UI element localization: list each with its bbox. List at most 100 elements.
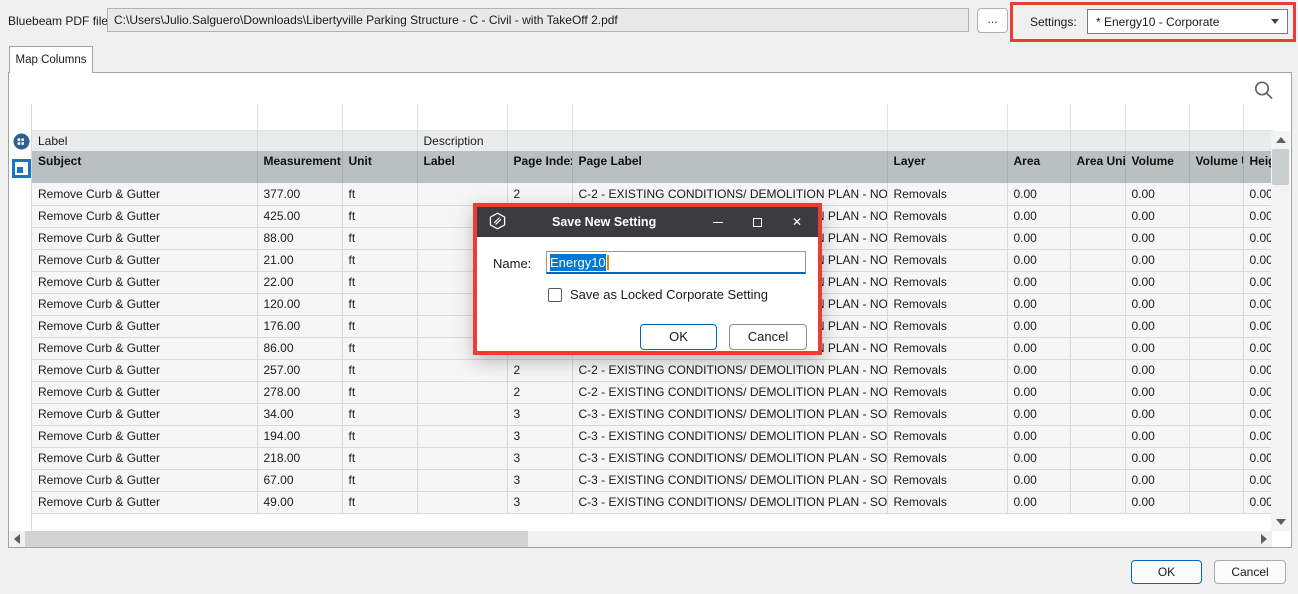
cell-page_label[interactable]: C-2 - EXISTING CONDITIONS/ DEMOLITION PL…	[572, 359, 887, 381]
mapping-cell-height[interactable]	[1243, 130, 1273, 151]
cell-area_unit[interactable]	[1070, 293, 1125, 315]
cell-subject[interactable]: Remove Curb & Gutter	[32, 249, 257, 271]
cell-area[interactable]: 0.00	[1007, 359, 1070, 381]
cell-area_unit[interactable]	[1070, 469, 1125, 491]
filter-cell-measurement[interactable]	[257, 104, 342, 130]
filter-cell-area_unit[interactable]	[1070, 104, 1125, 130]
cell-area_unit[interactable]	[1070, 425, 1125, 447]
cell-area[interactable]: 0.00	[1007, 183, 1070, 205]
column-header-page_index[interactable]: Page Index	[507, 151, 572, 183]
cell-subject[interactable]: Remove Curb & Gutter	[32, 227, 257, 249]
cell-height[interactable]: 0.00	[1243, 469, 1273, 491]
cell-page_label[interactable]: C-2 - EXISTING CONDITIONS/ DEMOLITION PL…	[572, 183, 887, 205]
cell-layer[interactable]: Removals	[887, 249, 1007, 271]
cell-unit[interactable]: ft	[342, 205, 417, 227]
cell-area[interactable]: 0.00	[1007, 403, 1070, 425]
filter-cell-subject[interactable]	[32, 104, 257, 130]
filter-cell-page_index[interactable]	[507, 104, 572, 130]
pdf-file-path-input[interactable]: C:\Users\Julio.Salguero\Downloads\Libert…	[107, 8, 969, 32]
settings-dropdown[interactable]: * Energy10 - Corporate	[1087, 9, 1288, 34]
maximize-icon[interactable]	[753, 218, 762, 227]
setting-name-input[interactable]: Energy10	[546, 251, 806, 274]
cell-volume[interactable]: 0.00	[1125, 315, 1189, 337]
close-icon[interactable]: ✕	[792, 217, 802, 227]
cell-page_index[interactable]: 3	[507, 447, 572, 469]
cell-label[interactable]	[417, 425, 507, 447]
cell-page_index[interactable]: 2	[507, 183, 572, 205]
cell-volume_unit[interactable]	[1189, 249, 1243, 271]
cell-volume_unit[interactable]	[1189, 183, 1243, 205]
cell-volume_unit[interactable]	[1189, 425, 1243, 447]
scroll-up-arrow-icon[interactable]	[1276, 137, 1286, 143]
cell-volume_unit[interactable]	[1189, 447, 1243, 469]
cell-area_unit[interactable]	[1070, 315, 1125, 337]
cell-volume_unit[interactable]	[1189, 293, 1243, 315]
cell-layer[interactable]: Removals	[887, 227, 1007, 249]
cell-volume_unit[interactable]	[1189, 315, 1243, 337]
filter-cell-volume[interactable]	[1125, 104, 1189, 130]
cell-volume_unit[interactable]	[1189, 403, 1243, 425]
mapping-cell-area_unit[interactable]	[1070, 130, 1125, 151]
cell-volume[interactable]: 0.00	[1125, 271, 1189, 293]
cell-volume_unit[interactable]	[1189, 271, 1243, 293]
cell-label[interactable]	[417, 359, 507, 381]
cell-volume[interactable]: 0.00	[1125, 249, 1189, 271]
cell-area[interactable]: 0.00	[1007, 381, 1070, 403]
vertical-scrollbar[interactable]	[1271, 131, 1290, 531]
cell-label[interactable]	[417, 491, 507, 513]
cell-unit[interactable]: ft	[342, 183, 417, 205]
cell-volume[interactable]: 0.00	[1125, 293, 1189, 315]
cell-measurement[interactable]: 120.00	[257, 293, 342, 315]
cell-page_label[interactable]: C-3 - EXISTING CONDITIONS/ DEMOLITION PL…	[572, 403, 887, 425]
cell-layer[interactable]: Removals	[887, 183, 1007, 205]
column-header-volume[interactable]: Volume	[1125, 151, 1189, 183]
cell-height[interactable]: 0.00	[1243, 293, 1273, 315]
cell-unit[interactable]: ft	[342, 337, 417, 359]
cell-area[interactable]: 0.00	[1007, 447, 1070, 469]
cell-layer[interactable]: Removals	[887, 293, 1007, 315]
cell-measurement[interactable]: 49.00	[257, 491, 342, 513]
cell-unit[interactable]: ft	[342, 403, 417, 425]
column-header-volume_unit[interactable]: Volume Unit	[1189, 151, 1243, 183]
cell-measurement[interactable]: 88.00	[257, 227, 342, 249]
ok-button[interactable]: OK	[1131, 560, 1202, 584]
mapping-cell-layer[interactable]	[887, 130, 1007, 151]
cell-area[interactable]: 0.00	[1007, 337, 1070, 359]
cell-measurement[interactable]: 67.00	[257, 469, 342, 491]
dialog-ok-button[interactable]: OK	[640, 324, 717, 350]
vertical-scrollbar-thumb[interactable]	[1272, 149, 1289, 185]
dialog-titlebar[interactable]: Save New Setting ✕	[477, 207, 818, 237]
filter-cell-volume_unit[interactable]	[1189, 104, 1243, 130]
cell-page_label[interactable]: C-3 - EXISTING CONDITIONS/ DEMOLITION PL…	[572, 491, 887, 513]
cell-volume[interactable]: 0.00	[1125, 425, 1189, 447]
cell-page_index[interactable]: 3	[507, 491, 572, 513]
cell-page_label[interactable]: C-3 - EXISTING CONDITIONS/ DEMOLITION PL…	[572, 469, 887, 491]
cell-unit[interactable]: ft	[342, 447, 417, 469]
cell-subject[interactable]: Remove Curb & Gutter	[32, 293, 257, 315]
cell-layer[interactable]: Removals	[887, 337, 1007, 359]
cell-page_index[interactable]: 3	[507, 425, 572, 447]
cell-area_unit[interactable]	[1070, 403, 1125, 425]
cell-volume_unit[interactable]	[1189, 491, 1243, 513]
cell-area_unit[interactable]	[1070, 183, 1125, 205]
cell-measurement[interactable]: 86.00	[257, 337, 342, 359]
cell-page_index[interactable]: 2	[507, 381, 572, 403]
cell-height[interactable]: 0.00	[1243, 227, 1273, 249]
cell-layer[interactable]: Removals	[887, 381, 1007, 403]
cell-unit[interactable]: ft	[342, 227, 417, 249]
cell-area_unit[interactable]	[1070, 227, 1125, 249]
table-row[interactable]: Remove Curb & Gutter67.00ft3C-3 - EXISTI…	[32, 469, 1273, 491]
cell-volume[interactable]: 0.00	[1125, 447, 1189, 469]
cell-volume[interactable]: 0.00	[1125, 359, 1189, 381]
mapping-cell-unit[interactable]	[342, 130, 417, 151]
cell-layer[interactable]: Removals	[887, 403, 1007, 425]
cancel-button[interactable]: Cancel	[1214, 560, 1286, 584]
cell-area[interactable]: 0.00	[1007, 425, 1070, 447]
cell-height[interactable]: 0.00	[1243, 403, 1273, 425]
table-row[interactable]: Remove Curb & Gutter218.00ft3C-3 - EXIST…	[32, 447, 1273, 469]
filter-cell-unit[interactable]	[342, 104, 417, 130]
cell-volume_unit[interactable]	[1189, 381, 1243, 403]
column-header-subject[interactable]: Subject	[32, 151, 257, 183]
minimize-icon[interactable]	[713, 222, 723, 223]
cell-page_label[interactable]: C-2 - EXISTING CONDITIONS/ DEMOLITION PL…	[572, 381, 887, 403]
